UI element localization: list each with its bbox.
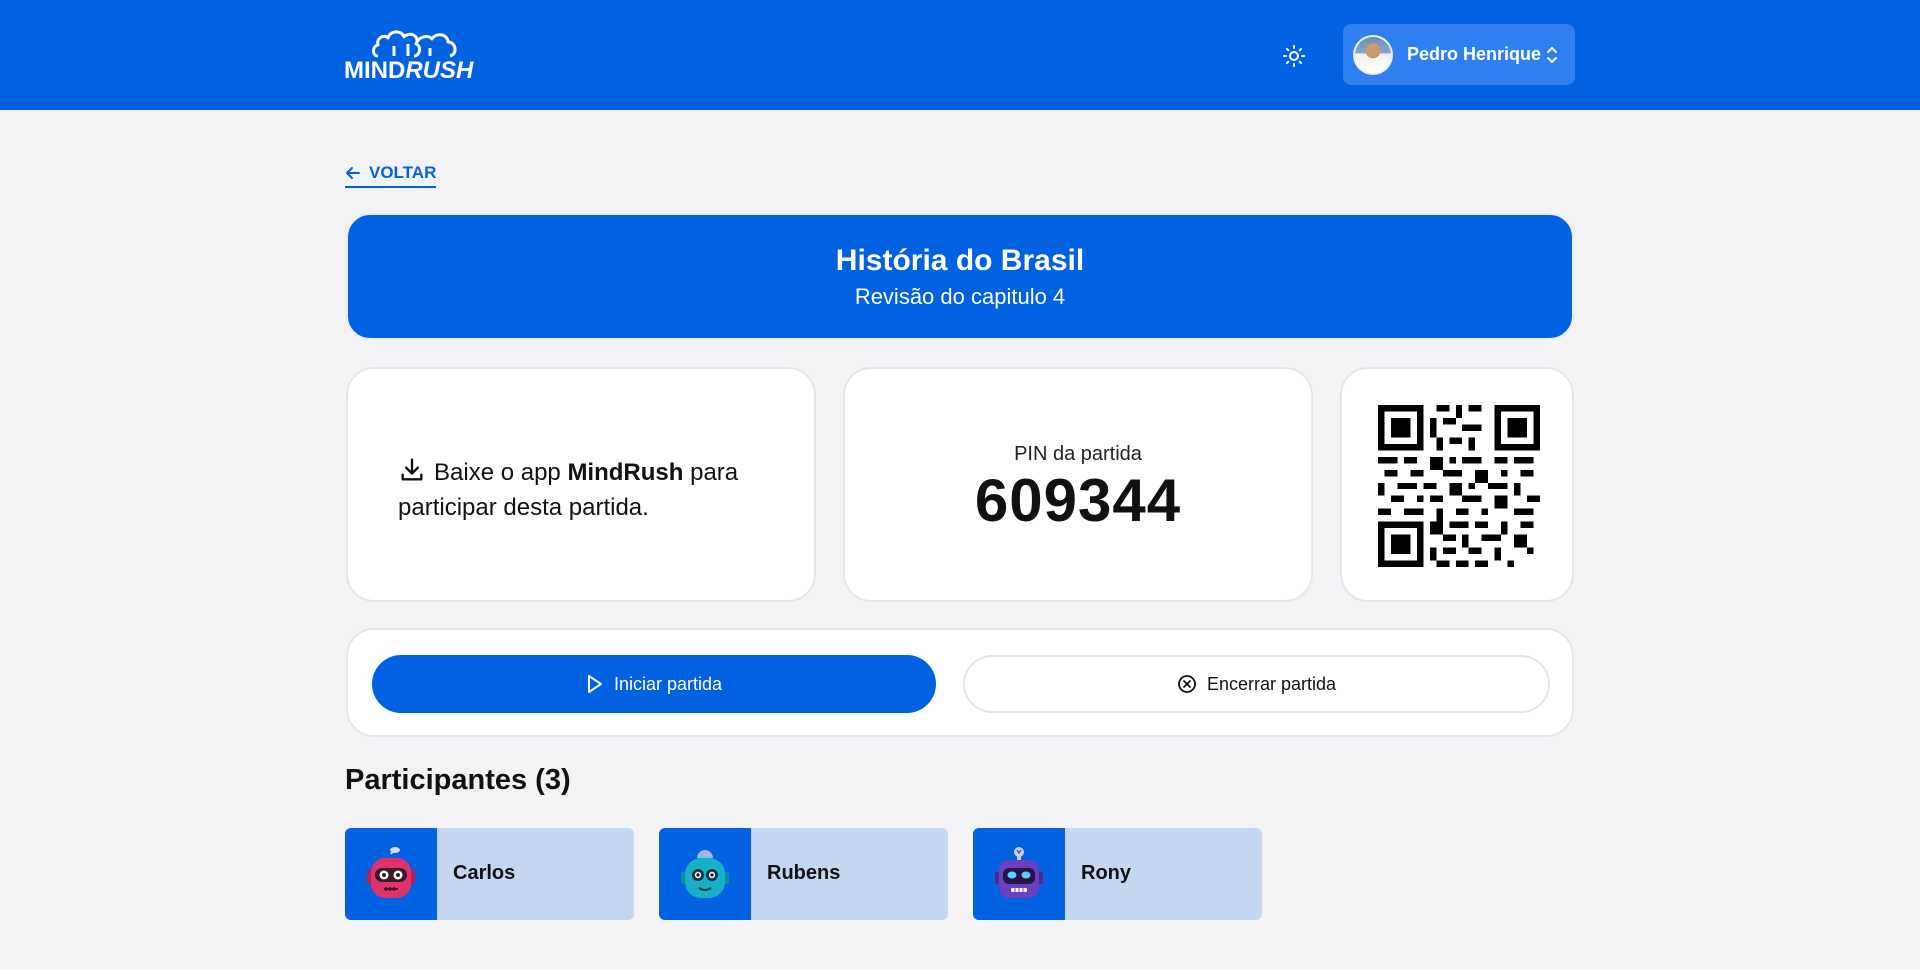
robot-avatar [345, 828, 437, 920]
download-message: Baixe o app MindRush para participar des… [398, 455, 798, 525]
match-actions-card: Iniciar partida Encerrar partida [346, 628, 1574, 737]
play-icon [587, 675, 602, 693]
participant-card[interactable]: Carlos [345, 828, 634, 920]
avatar [1353, 34, 1393, 75]
top-navbar: MINDRUSH Pedro Henrique [0, 0, 1920, 110]
user-name: Pedro Henrique [1407, 44, 1542, 64]
quiz-subtitle: Revisão do capitulo 4 [854, 284, 1066, 309]
pin-value: 609344 [974, 467, 1182, 534]
pin-label: PIN da partida [1014, 443, 1142, 465]
participant-card[interactable]: Rony [973, 828, 1262, 920]
participant-name: Rubens [767, 862, 841, 884]
qr-code-card [1340, 367, 1574, 602]
quiz-title: História do Brasil [835, 244, 1085, 277]
theme-toggle-button[interactable] [1278, 40, 1310, 72]
participant-card[interactable]: Rubens [659, 828, 948, 920]
start-match-button[interactable]: Iniciar partida [372, 655, 936, 713]
participants-heading: Participantes (3) [345, 764, 571, 796]
logo-text: MINDRUSH [344, 57, 474, 84]
pin-card: PIN da partida 609344 [843, 367, 1313, 602]
close-circle-icon [1178, 675, 1196, 693]
robot-icon [995, 847, 1043, 898]
quiz-banner: História do Brasil Revisão do capitulo 4 [346, 213, 1574, 340]
user-menu-button[interactable]: Pedro Henrique [1343, 24, 1575, 85]
back-link[interactable]: VOLTAR [345, 162, 437, 188]
download-app-card: Baixe o app MindRush para participar des… [346, 367, 816, 602]
arrow-left-icon [346, 167, 360, 179]
start-match-label: Iniciar partida [613, 673, 723, 694]
qr-code-icon [1378, 405, 1540, 567]
robot-avatar [659, 828, 751, 920]
participant-name: Rony [1081, 862, 1131, 884]
end-match-button[interactable]: Encerrar partida [963, 655, 1550, 713]
mindrush-logo[interactable]: MINDRUSH [344, 26, 474, 84]
participant-name: Carlos [453, 862, 516, 884]
end-match-label: Encerrar partida [1206, 673, 1337, 694]
sun-icon [1283, 45, 1305, 67]
brain-icon [372, 30, 457, 58]
chevron-up-down-icon [1547, 47, 1557, 63]
robot-icon [681, 850, 729, 898]
back-label: VOLTAR [369, 163, 437, 182]
app-name: MindRush [567, 459, 684, 486]
download-icon [401, 458, 423, 481]
robot-avatar [973, 828, 1065, 920]
robot-icon [367, 847, 415, 898]
